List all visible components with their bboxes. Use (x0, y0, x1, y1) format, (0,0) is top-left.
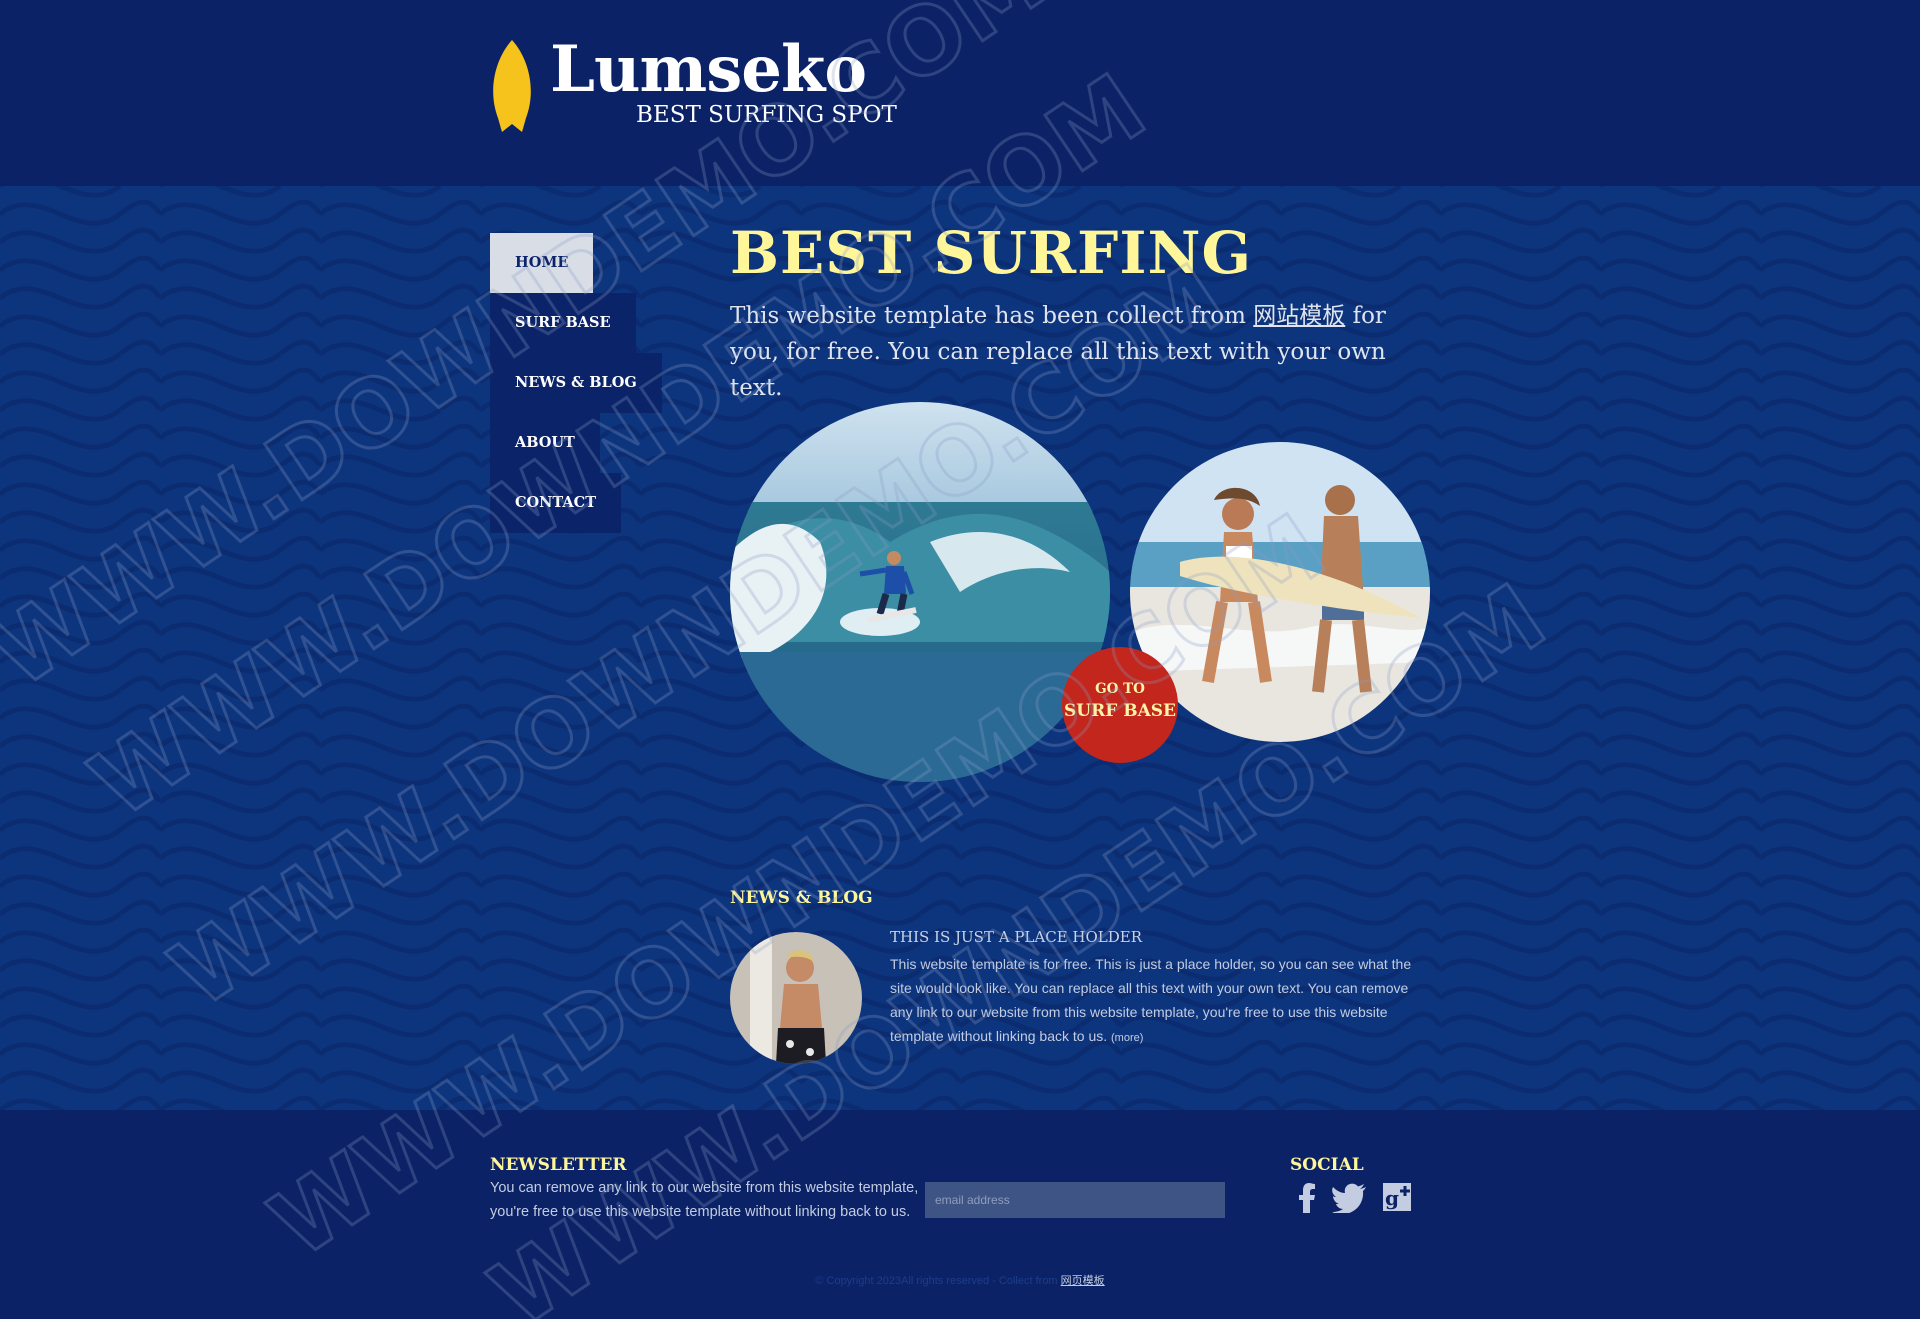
post-body-text: This website template is for free. This … (890, 956, 1412, 1044)
nav-item-news-blog[interactable]: NEWS & BLOG (490, 353, 662, 413)
newsletter-heading: NEWSLETTER (490, 1155, 627, 1175)
social-heading: SOCIAL (1290, 1155, 1364, 1175)
news-thumbnail[interactable] (730, 932, 862, 1064)
google-plus-icon[interactable]: g (1383, 1183, 1411, 1215)
copyright-link[interactable]: 网页模板 (1061, 1275, 1105, 1287)
surfboard-icon (493, 40, 531, 132)
hero-text: This website template has been collect f… (730, 298, 1440, 406)
post-more-link[interactable]: (more) (1111, 1032, 1143, 1044)
news-blog-heading: NEWS & BLOG (730, 888, 873, 908)
post-excerpt: This website template is for free. This … (890, 952, 1430, 1050)
brand-tagline: BEST SURFING SPOT (636, 102, 897, 128)
site-header: Lumseko BEST SURFING SPOT (0, 0, 1920, 186)
cta-big-text: SURF BASE (1063, 701, 1176, 721)
newsletter-email-input[interactable] (925, 1182, 1225, 1218)
nav-item-about[interactable]: ABOUT (490, 413, 600, 473)
facebook-icon[interactable] (1298, 1183, 1316, 1217)
copyright: © Copyright 2023All rights reserved - Co… (0, 1272, 1920, 1288)
cta-small-text: GO TO (1095, 681, 1145, 697)
svg-text:g: g (1385, 1186, 1399, 1210)
nav-item-home[interactable]: HOME (490, 233, 594, 293)
twitter-icon[interactable] (1332, 1183, 1366, 1217)
surfer-wave-photo (730, 402, 1110, 782)
go-to-surf-base-button[interactable]: GO TO SURF BASE (1062, 647, 1178, 763)
nav-item-surf-base[interactable]: SURF BASE (490, 293, 636, 353)
brand-name: Lumseko (550, 32, 867, 107)
post-title[interactable]: THIS IS JUST A PLACE HOLDER (890, 928, 1142, 946)
nav-item-contact[interactable]: CONTACT (490, 473, 622, 533)
newsletter-text: You can remove any link to our website f… (490, 1180, 919, 1220)
logo[interactable]: Lumseko BEST SURFING SPOT (490, 32, 900, 135)
main-nav: HOME SURF BASE NEWS & BLOG ABOUT CONTACT (490, 233, 662, 533)
hero-title: BEST SURFING (730, 219, 1252, 287)
copyright-text: © Copyright 2023All rights reserved - Co… (815, 1275, 1061, 1287)
hero-template-link[interactable]: 网站模板 (1253, 303, 1345, 329)
hero-text-before: This website template has been collect f… (730, 303, 1254, 329)
